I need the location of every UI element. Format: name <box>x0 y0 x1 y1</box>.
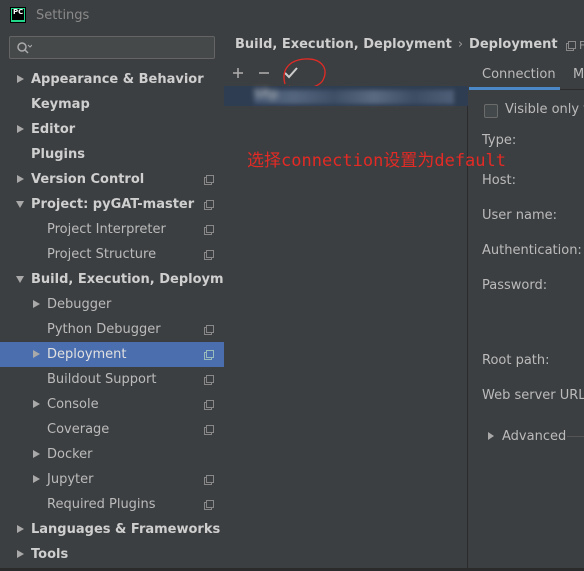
expand-arrow-icon[interactable] <box>33 300 40 308</box>
breadcrumb: Build, Execution, Deployment › Deployment <box>235 37 558 52</box>
tree-item-appearance-behavior[interactable]: Appearance & Behavior <box>0 67 224 92</box>
collapse-arrow-icon[interactable] <box>16 201 24 208</box>
project-settings-icon <box>204 475 214 485</box>
project-settings-icon <box>204 225 214 235</box>
expand-arrow-icon[interactable] <box>33 450 40 458</box>
project-settings-icon <box>204 200 214 210</box>
settings-tree: Appearance & Behavior Keymap Editor Plug… <box>0 67 248 567</box>
deployment-panel: Build, Execution, Deployment › Deployment … <box>224 30 584 571</box>
web-server-url-label: Web server URL: <box>482 388 584 403</box>
collapse-arrow-icon[interactable] <box>16 276 24 283</box>
tree-item-languages-frameworks[interactable]: Languages & Frameworks <box>0 517 224 542</box>
divider <box>567 436 584 437</box>
tree-item-coverage[interactable]: Coverage <box>0 417 224 442</box>
project-scope-label: F <box>579 39 584 52</box>
expand-arrow-icon[interactable] <box>17 550 24 558</box>
expand-arrow-icon[interactable] <box>17 175 24 183</box>
tree-item-python-debugger[interactable]: Python Debugger <box>0 317 224 342</box>
add-server-button[interactable] <box>227 62 249 84</box>
tree-item-buildout-support[interactable]: Buildout Support <box>0 367 224 392</box>
project-settings-icon <box>204 500 214 510</box>
expand-arrow-icon[interactable] <box>17 525 24 533</box>
tree-item-docker[interactable]: Docker <box>0 442 224 467</box>
tree-item-required-plugins[interactable]: Required Plugins <box>0 492 224 517</box>
tab-mappings[interactable]: M <box>573 60 584 90</box>
tree-item-tools[interactable]: Tools <box>0 542 224 567</box>
project-settings-icon <box>204 250 214 260</box>
tree-item-jupyter[interactable]: Jupyter <box>0 467 224 492</box>
expand-arrow-icon[interactable] <box>33 400 40 408</box>
expand-arrow-icon[interactable] <box>17 125 24 133</box>
annotation-text: 选择connection设置为default <box>247 151 506 171</box>
blurred-server-name <box>254 90 454 104</box>
tree-item-version-control[interactable]: Version Control <box>0 167 224 192</box>
title-bar: PC Settings <box>0 0 584 30</box>
tree-item-deployment[interactable]: Deployment <box>0 342 224 367</box>
search-box[interactable] <box>9 36 215 59</box>
type-label: Type: <box>482 133 517 148</box>
project-settings-icon <box>204 400 214 410</box>
username-label: User name: <box>482 208 558 223</box>
project-settings-icon <box>204 175 214 185</box>
tree-item-keymap[interactable]: Keymap <box>0 92 224 117</box>
settings-tabs: Connection M <box>469 60 584 90</box>
expand-arrow-icon[interactable] <box>17 75 24 83</box>
search-input[interactable] <box>34 38 212 57</box>
remove-server-button[interactable] <box>253 62 275 84</box>
project-settings-icon <box>204 375 214 385</box>
host-label: Host: <box>482 173 516 188</box>
visible-only-label: Visible only fo <box>505 102 584 117</box>
tree-item-console[interactable]: Console <box>0 392 224 417</box>
server-toolbar <box>224 58 468 90</box>
tree-item-project-structure[interactable]: Project Structure <box>0 242 224 267</box>
authentication-label: Authentication: <box>482 243 582 258</box>
tree-item-debugger[interactable]: Debugger <box>0 292 224 317</box>
connection-form: Visible only fo Type: Host: User name: A… <box>469 90 584 571</box>
server-row-selected[interactable]: Sftp <box>224 86 468 106</box>
search-icon <box>17 42 32 54</box>
project-settings-icon <box>204 325 214 335</box>
window-title: Settings <box>36 7 90 23</box>
tree-item-plugins[interactable]: Plugins <box>0 142 224 167</box>
expand-arrow-icon[interactable] <box>33 350 40 358</box>
advanced-expand-icon[interactable] <box>488 432 494 440</box>
tree-item-project[interactable]: Project: pyGAT-master <box>0 192 224 217</box>
breadcrumb-current: Deployment <box>469 37 558 52</box>
tree-item-build-execution-deployment[interactable]: Build, Execution, Deployment <box>0 267 248 292</box>
project-settings-icon <box>204 425 214 435</box>
breadcrumb-parent[interactable]: Build, Execution, Deployment <box>235 37 452 52</box>
pycharm-logo-icon: PC <box>10 7 26 23</box>
visible-only-checkbox[interactable] <box>484 104 498 118</box>
tree-item-editor[interactable]: Editor <box>0 117 224 142</box>
settings-sidebar: Appearance & Behavior Keymap Editor Plug… <box>0 30 248 571</box>
breadcrumb-separator: › <box>457 37 464 52</box>
plus-icon <box>233 68 243 78</box>
server-name: Sftp <box>254 87 278 101</box>
expand-arrow-icon[interactable] <box>33 475 40 483</box>
advanced-toggle[interactable]: Advanced <box>502 429 566 444</box>
project-settings-icon <box>566 41 576 51</box>
tab-connection[interactable]: Connection <box>469 60 560 90</box>
tree-item-project-interpreter[interactable]: Project Interpreter <box>0 217 224 242</box>
project-settings-icon <box>204 350 214 360</box>
minus-icon <box>259 72 269 74</box>
root-path-label: Root path: <box>482 353 550 368</box>
password-label: Password: <box>482 278 548 293</box>
